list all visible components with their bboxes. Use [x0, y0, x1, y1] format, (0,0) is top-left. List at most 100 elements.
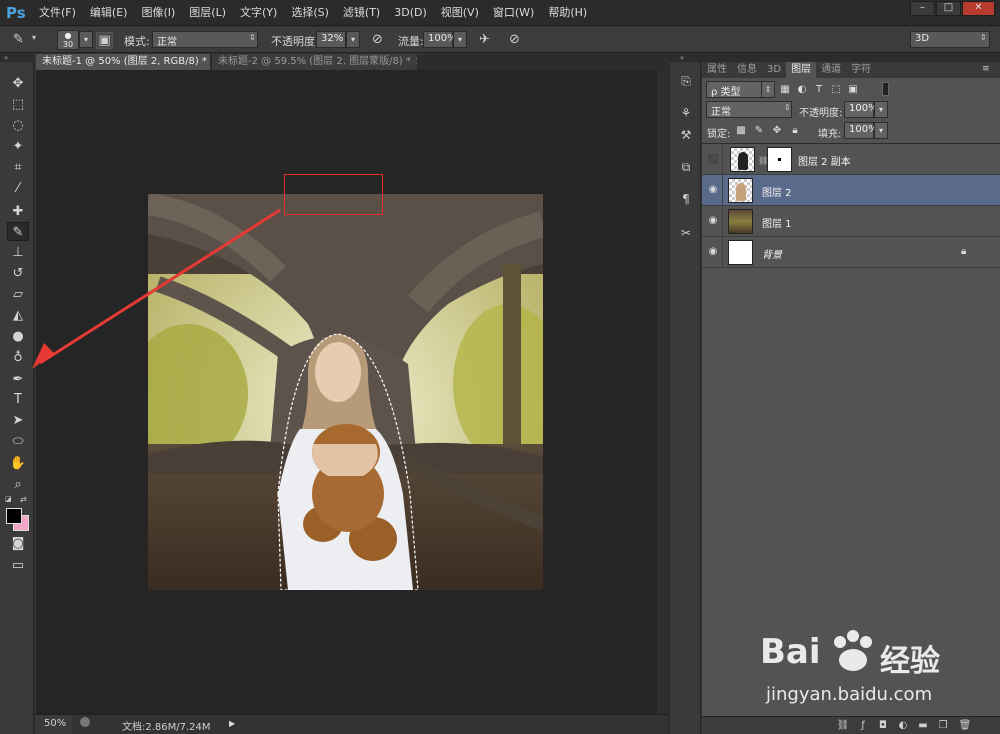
- lock-all-icon[interactable]: 🔒︎: [788, 124, 802, 138]
- mode-select[interactable]: 正常: [152, 31, 258, 48]
- menu-type[interactable]: 文字(Y): [233, 0, 284, 26]
- tool-preset-dropdown-icon[interactable]: ▾: [32, 33, 36, 42]
- opacity-input[interactable]: 32%: [316, 31, 346, 48]
- pen-tool-icon[interactable]: ✒: [7, 370, 29, 389]
- lock-transparent-icon[interactable]: ▩: [734, 124, 748, 138]
- toolbar-collapse-icon[interactable]: »: [0, 54, 34, 62]
- foreground-color-swatch[interactable]: [6, 508, 22, 524]
- marquee-tool-icon[interactable]: ⬚: [7, 95, 29, 114]
- brush-size-picker[interactable]: ● 30: [57, 30, 79, 50]
- filter-shape-icon[interactable]: ⬚: [829, 83, 843, 97]
- brush-presets-icon[interactable]: ⚘: [677, 104, 695, 122]
- tab-channels[interactable]: 通道: [816, 62, 846, 78]
- tab-info[interactable]: 信息: [732, 62, 762, 78]
- panel-menu-icon[interactable]: ≡: [982, 64, 990, 74]
- new-group-icon[interactable]: ▬: [916, 719, 930, 733]
- filter-type-icon[interactable]: T: [812, 83, 826, 97]
- zoom-level[interactable]: 50%: [44, 718, 66, 729]
- tool-presets-icon[interactable]: ✂: [677, 224, 695, 242]
- brush-picker-dropdown-icon[interactable]: ▾: [79, 31, 93, 48]
- opacity-dropdown-icon[interactable]: ▾: [346, 31, 360, 48]
- tab-3d[interactable]: 3D: [762, 62, 786, 78]
- airbrush-icon[interactable]: ✈: [476, 32, 493, 49]
- history-brush-tool-icon[interactable]: ↺: [7, 264, 29, 283]
- pressure-size-icon[interactable]: ⊘: [506, 32, 523, 49]
- eyedropper-tool-icon[interactable]: ⁄: [7, 179, 29, 198]
- filter-kind-dropdown-icon[interactable]: ⇕: [761, 81, 775, 98]
- adjustment-layer-icon[interactable]: ◐: [896, 719, 910, 733]
- status-info-icon[interactable]: [80, 717, 90, 727]
- filter-smart-object-icon[interactable]: ▣: [846, 83, 860, 97]
- healing-brush-tool-icon[interactable]: ✚: [7, 202, 29, 221]
- default-colors-icon[interactable]: ◪: [5, 495, 14, 504]
- visibility-eye-icon[interactable]: ◉: [706, 245, 720, 259]
- paint-bucket-tool-icon[interactable]: ◭: [7, 306, 29, 325]
- tab-properties[interactable]: 属性: [702, 62, 732, 78]
- minimize-button[interactable]: –: [910, 1, 935, 16]
- pressure-opacity-icon[interactable]: ⊘: [369, 32, 386, 49]
- menu-edit[interactable]: 编辑(E): [83, 0, 135, 26]
- new-layer-icon[interactable]: ❐: [936, 719, 950, 733]
- ellipse-tool-icon[interactable]: ⬭: [7, 432, 29, 451]
- eraser-tool-icon[interactable]: ▱: [7, 285, 29, 304]
- layer-thumbnail[interactable]: [728, 240, 753, 265]
- tab-layers[interactable]: 图层: [786, 62, 817, 78]
- blend-mode-select[interactable]: 正常: [706, 101, 792, 118]
- menu-select[interactable]: 选择(S): [284, 0, 336, 26]
- layer-thumbnail[interactable]: [730, 147, 755, 172]
- swap-colors-icon[interactable]: ⇄: [20, 495, 27, 504]
- blur-tool-icon[interactable]: ●: [7, 327, 29, 346]
- lock-position-icon[interactable]: ✥: [770, 124, 784, 138]
- menu-view[interactable]: 视图(V): [434, 0, 486, 26]
- menu-window[interactable]: 窗口(W): [486, 0, 541, 26]
- layer-style-icon[interactable]: ƒ: [856, 719, 870, 733]
- magic-wand-tool-icon[interactable]: ✦: [7, 137, 29, 156]
- brush-tool-icon[interactable]: ✎: [7, 222, 29, 241]
- hand-tool-icon[interactable]: ✋: [7, 454, 29, 473]
- layer-mask-thumbnail[interactable]: [767, 147, 792, 172]
- layer-name[interactable]: 图层 2 副本: [798, 153, 851, 168]
- layer-thumbnail[interactable]: [728, 209, 753, 234]
- delete-layer-icon[interactable]: 🗑︎: [958, 719, 972, 733]
- status-menu-arrow-icon[interactable]: ▶: [229, 719, 235, 728]
- add-mask-icon[interactable]: ◘: [876, 719, 890, 733]
- type-tool-icon[interactable]: T: [7, 390, 29, 409]
- menu-image[interactable]: 图像(I): [134, 0, 182, 26]
- quick-mask-icon[interactable]: ◙: [7, 534, 29, 553]
- lasso-tool-icon[interactable]: ◌: [7, 116, 29, 135]
- layer-row-background[interactable]: ◉ 背景 🔒︎: [702, 237, 1000, 268]
- menu-file[interactable]: 文件(F): [32, 0, 83, 26]
- workspace-select[interactable]: 3D: [910, 31, 990, 48]
- layer-opacity-input[interactable]: 100%: [844, 101, 878, 118]
- screen-mode-icon[interactable]: ▭: [7, 556, 29, 575]
- visibility-eye-icon[interactable]: ◉: [706, 183, 720, 197]
- tab-character[interactable]: 字符: [846, 62, 876, 78]
- clone-stamp-tool-icon[interactable]: ⊥: [7, 243, 29, 262]
- filter-adjustment-icon[interactable]: ◐: [795, 83, 809, 97]
- path-selection-tool-icon[interactable]: ➤: [7, 411, 29, 430]
- menu-help[interactable]: 帮助(H): [541, 0, 594, 26]
- lock-image-icon[interactable]: ✎: [752, 124, 766, 138]
- brush-panel-icon[interactable]: ⚒: [677, 126, 695, 144]
- zoom-tool-icon[interactable]: ⌕: [7, 475, 29, 494]
- tab-document-2-close-icon[interactable]: ×: [415, 56, 417, 67]
- flow-dropdown-icon[interactable]: ▾: [453, 31, 467, 48]
- filter-toggle-switch[interactable]: [882, 82, 889, 96]
- visibility-eye-icon[interactable]: ◉: [706, 214, 720, 228]
- dodge-tool-icon[interactable]: ♁: [7, 348, 29, 367]
- tab-document-1[interactable]: 未标题-1 @ 50% (图层 2, RGB/8) *×: [36, 54, 210, 70]
- layer-name[interactable]: 背景: [762, 246, 782, 261]
- layer-row-layer2-copy[interactable]: ⛓ 图层 2 副本: [702, 144, 1000, 175]
- vertical-scrollbar[interactable]: [656, 70, 668, 714]
- layer-row-layer2[interactable]: ◉ 图层 2: [702, 175, 1000, 206]
- clone-source-icon[interactable]: ⧉: [677, 158, 695, 176]
- dock-collapse-icon[interactable]: »: [670, 54, 702, 62]
- close-window-button[interactable]: ✕: [962, 1, 995, 16]
- fill-dropdown-icon[interactable]: ▾: [874, 122, 888, 139]
- menu-filter[interactable]: 滤镜(T): [336, 0, 387, 26]
- link-layers-icon[interactable]: ⛓: [836, 719, 850, 733]
- menu-layer[interactable]: 图层(L): [182, 0, 233, 26]
- layer-name[interactable]: 图层 1: [762, 215, 792, 230]
- flow-input[interactable]: 100%: [423, 31, 457, 48]
- move-tool-icon[interactable]: ✥: [7, 74, 29, 93]
